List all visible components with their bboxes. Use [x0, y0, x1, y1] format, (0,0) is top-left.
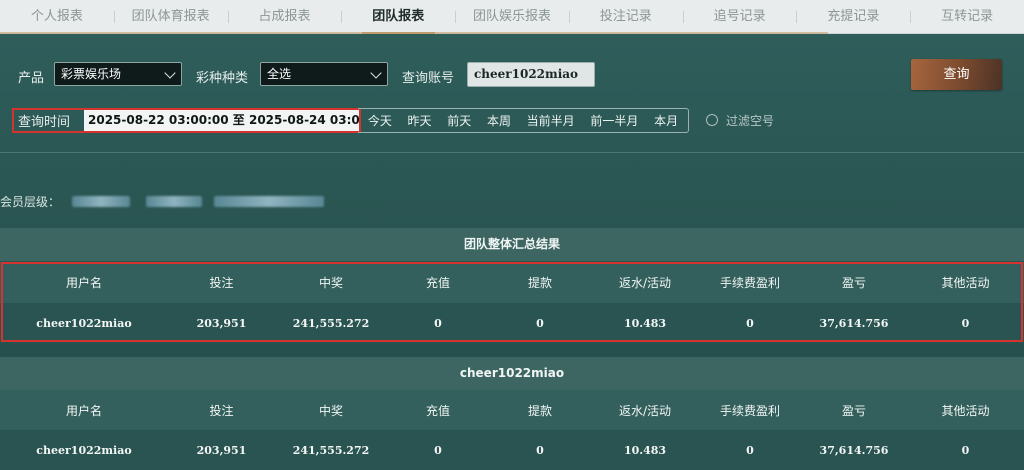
chevron-down-icon: [370, 67, 382, 79]
column-header: 其他活动: [941, 276, 990, 290]
account-input[interactable]: cheer1022miao: [467, 62, 595, 87]
radio-circle-icon[interactable]: [706, 114, 718, 126]
query-time-input[interactable]: 2025-08-22 03:00:00 至 2025-08-24 03:00:0…: [84, 110, 359, 131]
report-tabs: 个人报表 团队体育报表 占成报表 团队报表 团队娱乐报表 投注记录 追号记录 充…: [0, 0, 1024, 34]
tab-team-report[interactable]: 团队报表: [341, 0, 455, 34]
table-cell: 203,951: [196, 316, 247, 330]
column-header: 提款: [527, 404, 552, 418]
table-cell: 0: [961, 443, 970, 457]
query-time-label: 查询时间: [18, 115, 71, 130]
account-label: 查询账号: [402, 71, 455, 86]
column-header: 手续费盈利: [719, 404, 780, 418]
product-select-value: 彩票娱乐场: [61, 67, 122, 81]
table-cell: 203,951: [196, 443, 247, 457]
summary-table-header: 用户名 投注 中奖 充值 提款 返水/活动 手续费盈利 盈亏 其他活动: [0, 262, 1024, 303]
table-cell: cheer1022miao: [36, 316, 132, 330]
table-cell: 0: [536, 316, 544, 330]
table-cell: 0: [961, 316, 970, 330]
filter-panel: 产品 彩票娱乐场 彩种种类 全选 查询账号 cheer1022miao 查询 查…: [0, 34, 1024, 152]
table-cell: 37,614.756: [819, 443, 889, 457]
tab-team-entertainment-report[interactable]: 团队娱乐报表: [455, 0, 569, 34]
column-header: 用户名: [65, 276, 102, 290]
quick-range-today[interactable]: 今天: [368, 112, 392, 129]
quick-range-this-month[interactable]: 本月: [654, 112, 678, 129]
column-header: 投注: [209, 276, 234, 290]
table-cell: 0: [746, 316, 754, 330]
column-header: 其他活动: [941, 404, 990, 418]
member-level-label: 会员层级：: [0, 195, 61, 209]
quick-range-group: 今天 昨天 前天 本周 当前半月 前一半月 本月: [358, 108, 689, 133]
member-level-redacted: [146, 196, 202, 207]
detail-table-header: 用户名 投注 中奖 充值 提款 返水/活动 手续费盈利 盈亏 其他活动: [0, 390, 1024, 431]
quick-range-previous-half-month[interactable]: 前一半月: [590, 112, 638, 129]
query-button[interactable]: 查询: [911, 59, 1002, 90]
filter-empty-label[interactable]: 过滤空号: [726, 112, 774, 129]
filter-divider: [0, 152, 1024, 153]
lottery-type-select-value: 全选: [267, 67, 292, 81]
lottery-type-label: 彩种种类: [196, 71, 249, 86]
tab-team-sports-report[interactable]: 团队体育报表: [113, 0, 228, 34]
column-header: 提款: [527, 276, 552, 290]
column-header: 投注: [209, 404, 234, 418]
column-header: 用户名: [65, 404, 102, 418]
query-time-group: 查询时间 2025-08-22 03:00:00 至 2025-08-24 03…: [12, 108, 361, 133]
column-header: 盈亏: [841, 404, 866, 418]
tab-bet-records[interactable]: 投注记录: [568, 0, 683, 34]
product-select[interactable]: 彩票娱乐场: [54, 62, 182, 86]
member-level-redacted: [214, 196, 324, 207]
summary-title: 团队整体汇总结果: [0, 228, 1024, 261]
quick-range-yesterday[interactable]: 昨天: [408, 112, 432, 129]
table-cell: 241,555.272: [292, 443, 370, 457]
column-header: 充值: [425, 404, 450, 418]
detail-title: cheer1022miao: [0, 357, 1024, 390]
table-cell: 10.483: [623, 443, 667, 457]
tab-transfer-records[interactable]: 互转记录: [910, 0, 1024, 34]
chevron-down-icon: [164, 67, 176, 79]
table-cell: 37,614.756: [819, 316, 889, 330]
column-header: 手续费盈利: [719, 276, 780, 290]
quick-range-day-before[interactable]: 前天: [447, 112, 471, 129]
quick-range-current-half-month[interactable]: 当前半月: [527, 112, 575, 129]
tab-personal-report[interactable]: 个人报表: [0, 0, 114, 34]
column-header: 返水/活动: [618, 276, 672, 290]
member-level-redacted: [72, 196, 130, 207]
quick-range-this-week[interactable]: 本周: [487, 112, 511, 129]
table-cell: 241,555.272: [292, 316, 370, 330]
column-header: 返水/活动: [618, 404, 672, 418]
table-cell: cheer1022miao: [36, 443, 132, 457]
tab-chase-records[interactable]: 追号记录: [682, 0, 797, 34]
table-row: cheer1022miao 203,951 241,555.272 0 0 10…: [0, 430, 1024, 470]
tab-deposit-withdraw-records[interactable]: 充提记录: [796, 0, 910, 34]
lottery-type-select[interactable]: 全选: [260, 62, 388, 86]
column-header: 盈亏: [841, 276, 866, 290]
table-cell: 0: [746, 443, 754, 457]
column-header: 充值: [425, 276, 450, 290]
column-header: 中奖: [318, 276, 343, 290]
column-header: 中奖: [318, 404, 343, 418]
table-cell: 0: [434, 443, 442, 457]
table-row: cheer1022miao 203,951 241,555.272 0 0 10…: [0, 303, 1024, 343]
table-cell: 0: [434, 316, 442, 330]
table-cell: 0: [536, 443, 544, 457]
table-cell: 10.483: [623, 316, 667, 330]
product-label: 产品: [18, 71, 45, 86]
tab-share-report[interactable]: 占成报表: [227, 0, 342, 34]
